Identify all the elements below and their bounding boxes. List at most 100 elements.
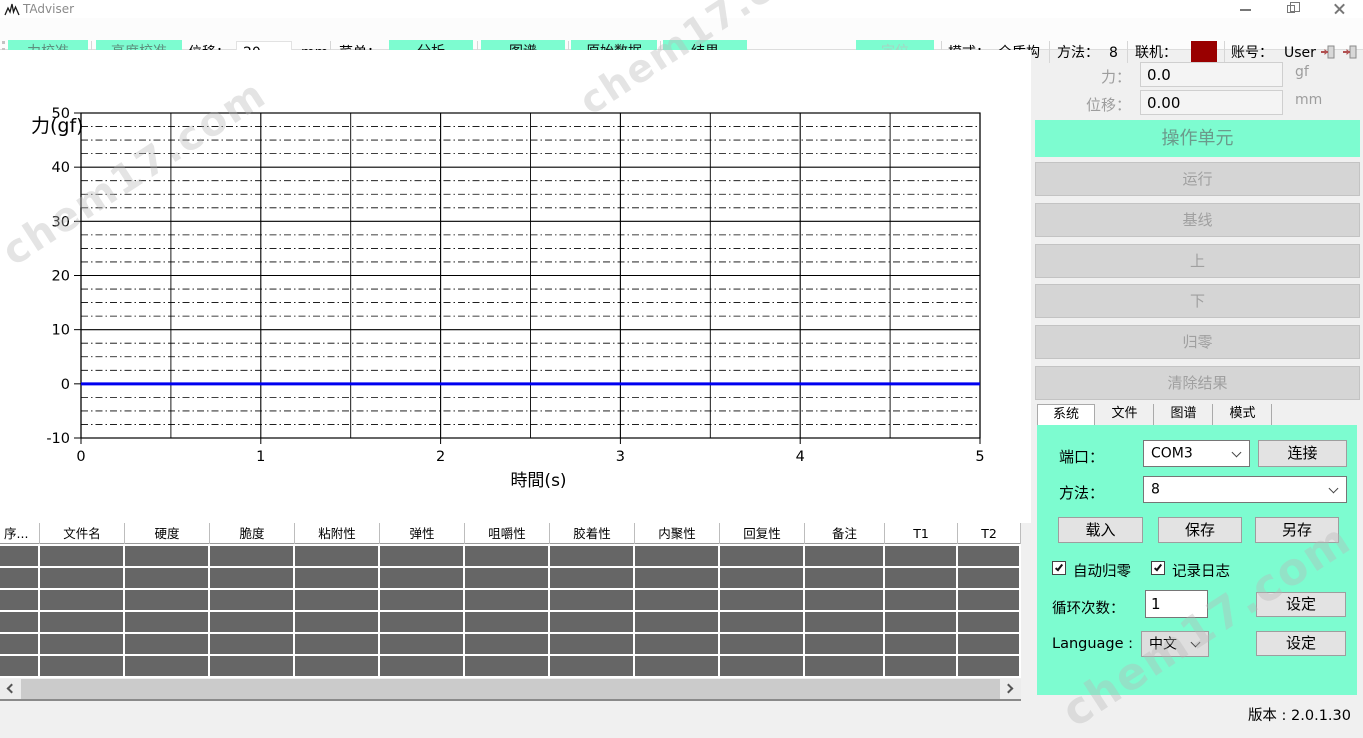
table-cell [125, 590, 210, 612]
column-header[interactable]: 咀嚼性 [465, 523, 550, 544]
column-header[interactable]: 胶着性 [550, 523, 635, 544]
column-header[interactable]: 硬度 [125, 523, 210, 544]
table-row[interactable] [0, 656, 1021, 678]
save-as-button[interactable]: 另存 [1255, 517, 1339, 543]
operate-unit-button[interactable]: 操作单元 [1035, 120, 1360, 157]
table-cell [805, 568, 885, 590]
save-button[interactable]: 保存 [1158, 517, 1242, 543]
restore-button[interactable] [1278, 0, 1306, 18]
method-label: 方法： [1057, 42, 1099, 64]
language-select[interactable]: 中文 [1141, 631, 1209, 657]
table-row[interactable] [0, 634, 1021, 656]
run-button[interactable]: 运行 [1035, 162, 1360, 196]
table-cell [0, 546, 40, 568]
auto-zero-checkbox[interactable] [1052, 561, 1066, 575]
table-cell [295, 612, 380, 634]
svg-text:10: 10 [52, 323, 70, 339]
up-button[interactable]: 上 [1035, 244, 1360, 278]
set-cycles-button[interactable]: 设定 [1256, 592, 1346, 617]
svg-text:-10: -10 [46, 431, 70, 447]
logout-icon[interactable] [1342, 44, 1358, 60]
displacement-readout-label: 位移： [1031, 94, 1131, 115]
table-cell [380, 590, 465, 612]
svg-text:40: 40 [52, 160, 70, 176]
table-cell [958, 656, 1021, 678]
tab-mode[interactable]: 模式 [1214, 404, 1272, 425]
table-row[interactable] [0, 612, 1021, 634]
separator [1049, 41, 1050, 63]
table-cell [465, 656, 550, 678]
table-cell [720, 590, 805, 612]
port-select[interactable]: COM3 [1143, 440, 1250, 467]
table-cell [720, 656, 805, 678]
svg-text:0: 0 [61, 377, 70, 393]
table-cell [380, 612, 465, 634]
baseline-button[interactable]: 基线 [1035, 203, 1360, 237]
cycles-input[interactable] [1145, 590, 1208, 618]
table-cell [550, 612, 635, 634]
column-header[interactable]: 序... [0, 523, 40, 544]
tab-system[interactable]: 系统 [1037, 404, 1095, 425]
login-icon[interactable] [1320, 44, 1336, 60]
horizontal-scrollbar[interactable] [0, 679, 1021, 701]
svg-text:30: 30 [52, 214, 70, 230]
tab-graph[interactable]: 图谱 [1155, 404, 1213, 425]
table-cell [0, 656, 40, 678]
column-header[interactable]: T2 [958, 523, 1021, 544]
column-header[interactable]: 文件名 [40, 523, 125, 544]
table-cell [805, 634, 885, 656]
column-header[interactable]: 弹性 [380, 523, 465, 544]
load-button[interactable]: 载入 [1058, 517, 1143, 543]
svg-text:1: 1 [256, 449, 265, 465]
table-cell [295, 546, 380, 568]
column-header[interactable]: 备注 [805, 523, 885, 544]
minimize-button[interactable] [1232, 0, 1260, 18]
port-label: 端口： [1059, 446, 1104, 467]
table-cell [550, 590, 635, 612]
chart-area: 力(gf) 50403020100-10012345時間(s) [0, 50, 1031, 523]
method-select[interactable]: 8 [1143, 476, 1347, 503]
table-cell [958, 590, 1021, 612]
column-header[interactable]: 回复性 [720, 523, 805, 544]
table-cell [380, 568, 465, 590]
force-readout-label: 力： [1031, 66, 1131, 87]
table-cell [465, 634, 550, 656]
window-title: TAdviser [23, 2, 74, 16]
table-cell [295, 656, 380, 678]
zero-button[interactable]: 归零 [1035, 325, 1360, 359]
column-header[interactable]: 脆度 [210, 523, 295, 544]
chevron-down-icon [1232, 447, 1242, 457]
close-button[interactable] [1326, 0, 1354, 18]
connect-button[interactable]: 连接 [1258, 440, 1347, 467]
tab-file[interactable]: 文件 [1096, 404, 1154, 425]
table-cell [958, 546, 1021, 568]
set-language-button[interactable]: 设定 [1256, 631, 1346, 656]
table-row[interactable] [0, 546, 1021, 568]
chevron-right-icon [1004, 684, 1014, 694]
table-cell [40, 656, 125, 678]
scroll-left-button[interactable] [0, 679, 21, 699]
table-cell [958, 568, 1021, 590]
online-label: 联机： [1135, 42, 1177, 64]
table-row[interactable] [0, 568, 1021, 590]
table-cell [885, 656, 958, 678]
check-icon [1153, 562, 1161, 571]
column-header[interactable]: T1 [885, 523, 958, 544]
cycles-label: 循环次数： [1052, 597, 1125, 618]
table-cell [125, 634, 210, 656]
table-cell [550, 546, 635, 568]
table-cell [550, 634, 635, 656]
down-button[interactable]: 下 [1035, 284, 1360, 318]
column-header[interactable]: 内聚性 [635, 523, 720, 544]
account-value: User [1284, 42, 1316, 64]
chevron-down-icon [1191, 638, 1201, 648]
chevron-down-icon [1329, 483, 1339, 493]
table-cell [720, 634, 805, 656]
clear-results-button[interactable]: 清除结果 [1035, 366, 1360, 400]
method-select-label: 方法： [1059, 482, 1104, 503]
scroll-right-button[interactable] [1000, 679, 1021, 699]
table-cell [210, 590, 295, 612]
table-row[interactable] [0, 590, 1021, 612]
log-checkbox[interactable] [1151, 561, 1165, 575]
column-header[interactable]: 粘附性 [295, 523, 380, 544]
